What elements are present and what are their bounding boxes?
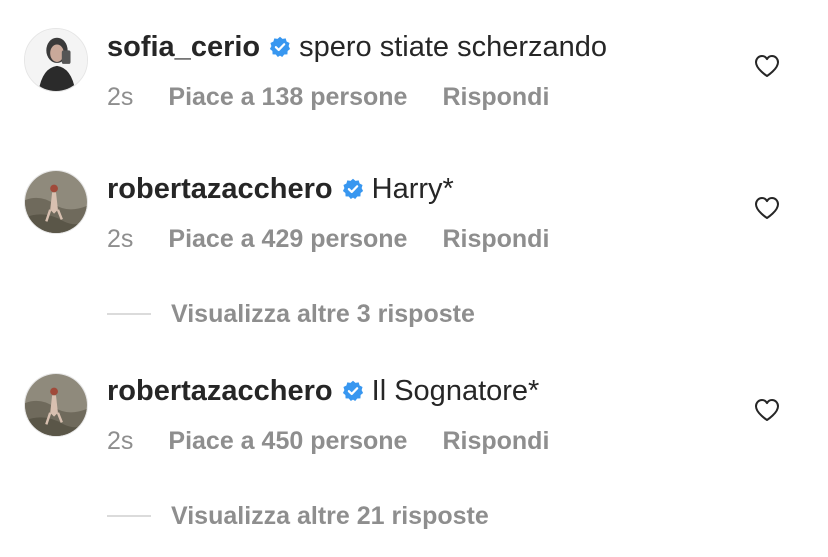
view-replies-label: Visualizza altre 3 risposte	[171, 300, 475, 328]
comment-header: robertazacchero Harry*	[107, 172, 454, 206]
avatar[interactable]	[24, 373, 88, 437]
view-replies-button[interactable]: Visualizza altre 21 risposte	[107, 501, 489, 531]
likes-count[interactable]: Piace a 138 persone	[168, 82, 407, 112]
username[interactable]: robertazacchero	[107, 172, 333, 206]
view-replies-button[interactable]: Visualizza altre 3 risposte	[107, 299, 475, 329]
username[interactable]: sofia_cerio	[107, 30, 260, 64]
comment-header: robertazacchero Il Sognatore*	[107, 374, 539, 408]
heart-outline-icon[interactable]	[754, 398, 780, 422]
reply-button[interactable]: Rispondi	[442, 224, 549, 254]
comment-text: Il Sognatore*	[371, 375, 540, 407]
comment-meta: 2s Piace a 429 persone Rispondi	[107, 224, 549, 254]
likes-count[interactable]: Piace a 429 persone	[168, 224, 407, 254]
timestamp: 2s	[107, 427, 134, 455]
avatar[interactable]	[24, 170, 88, 234]
likes-count[interactable]: Piace a 450 persone	[168, 426, 407, 456]
avatar-image	[25, 29, 87, 91]
verified-badge-icon	[342, 380, 364, 402]
heart-outline-icon[interactable]	[754, 54, 780, 78]
reply-button[interactable]: Rispondi	[442, 82, 549, 112]
avatar[interactable]	[24, 28, 88, 92]
comment-meta: 2s Piace a 450 persone Rispondi	[107, 426, 549, 456]
comment-text: spero stiate scherzando	[299, 31, 608, 63]
timestamp: 2s	[107, 83, 134, 111]
verified-badge-icon	[342, 178, 364, 200]
reply-button[interactable]: Rispondi	[442, 426, 549, 456]
username[interactable]: robertazacchero	[107, 374, 333, 408]
avatar-image	[25, 171, 87, 233]
view-replies-label: Visualizza altre 21 risposte	[171, 502, 489, 530]
comment-header: sofia_cerio spero stiate scherzando	[107, 30, 607, 64]
replies-divider	[107, 515, 151, 517]
timestamp: 2s	[107, 225, 134, 253]
comment-meta: 2s Piace a 138 persone Rispondi	[107, 82, 549, 112]
avatar-image	[25, 374, 87, 436]
replies-divider	[107, 313, 151, 315]
comment-text: Harry*	[371, 173, 454, 205]
verified-badge-icon	[269, 36, 291, 58]
heart-outline-icon[interactable]	[754, 196, 780, 220]
